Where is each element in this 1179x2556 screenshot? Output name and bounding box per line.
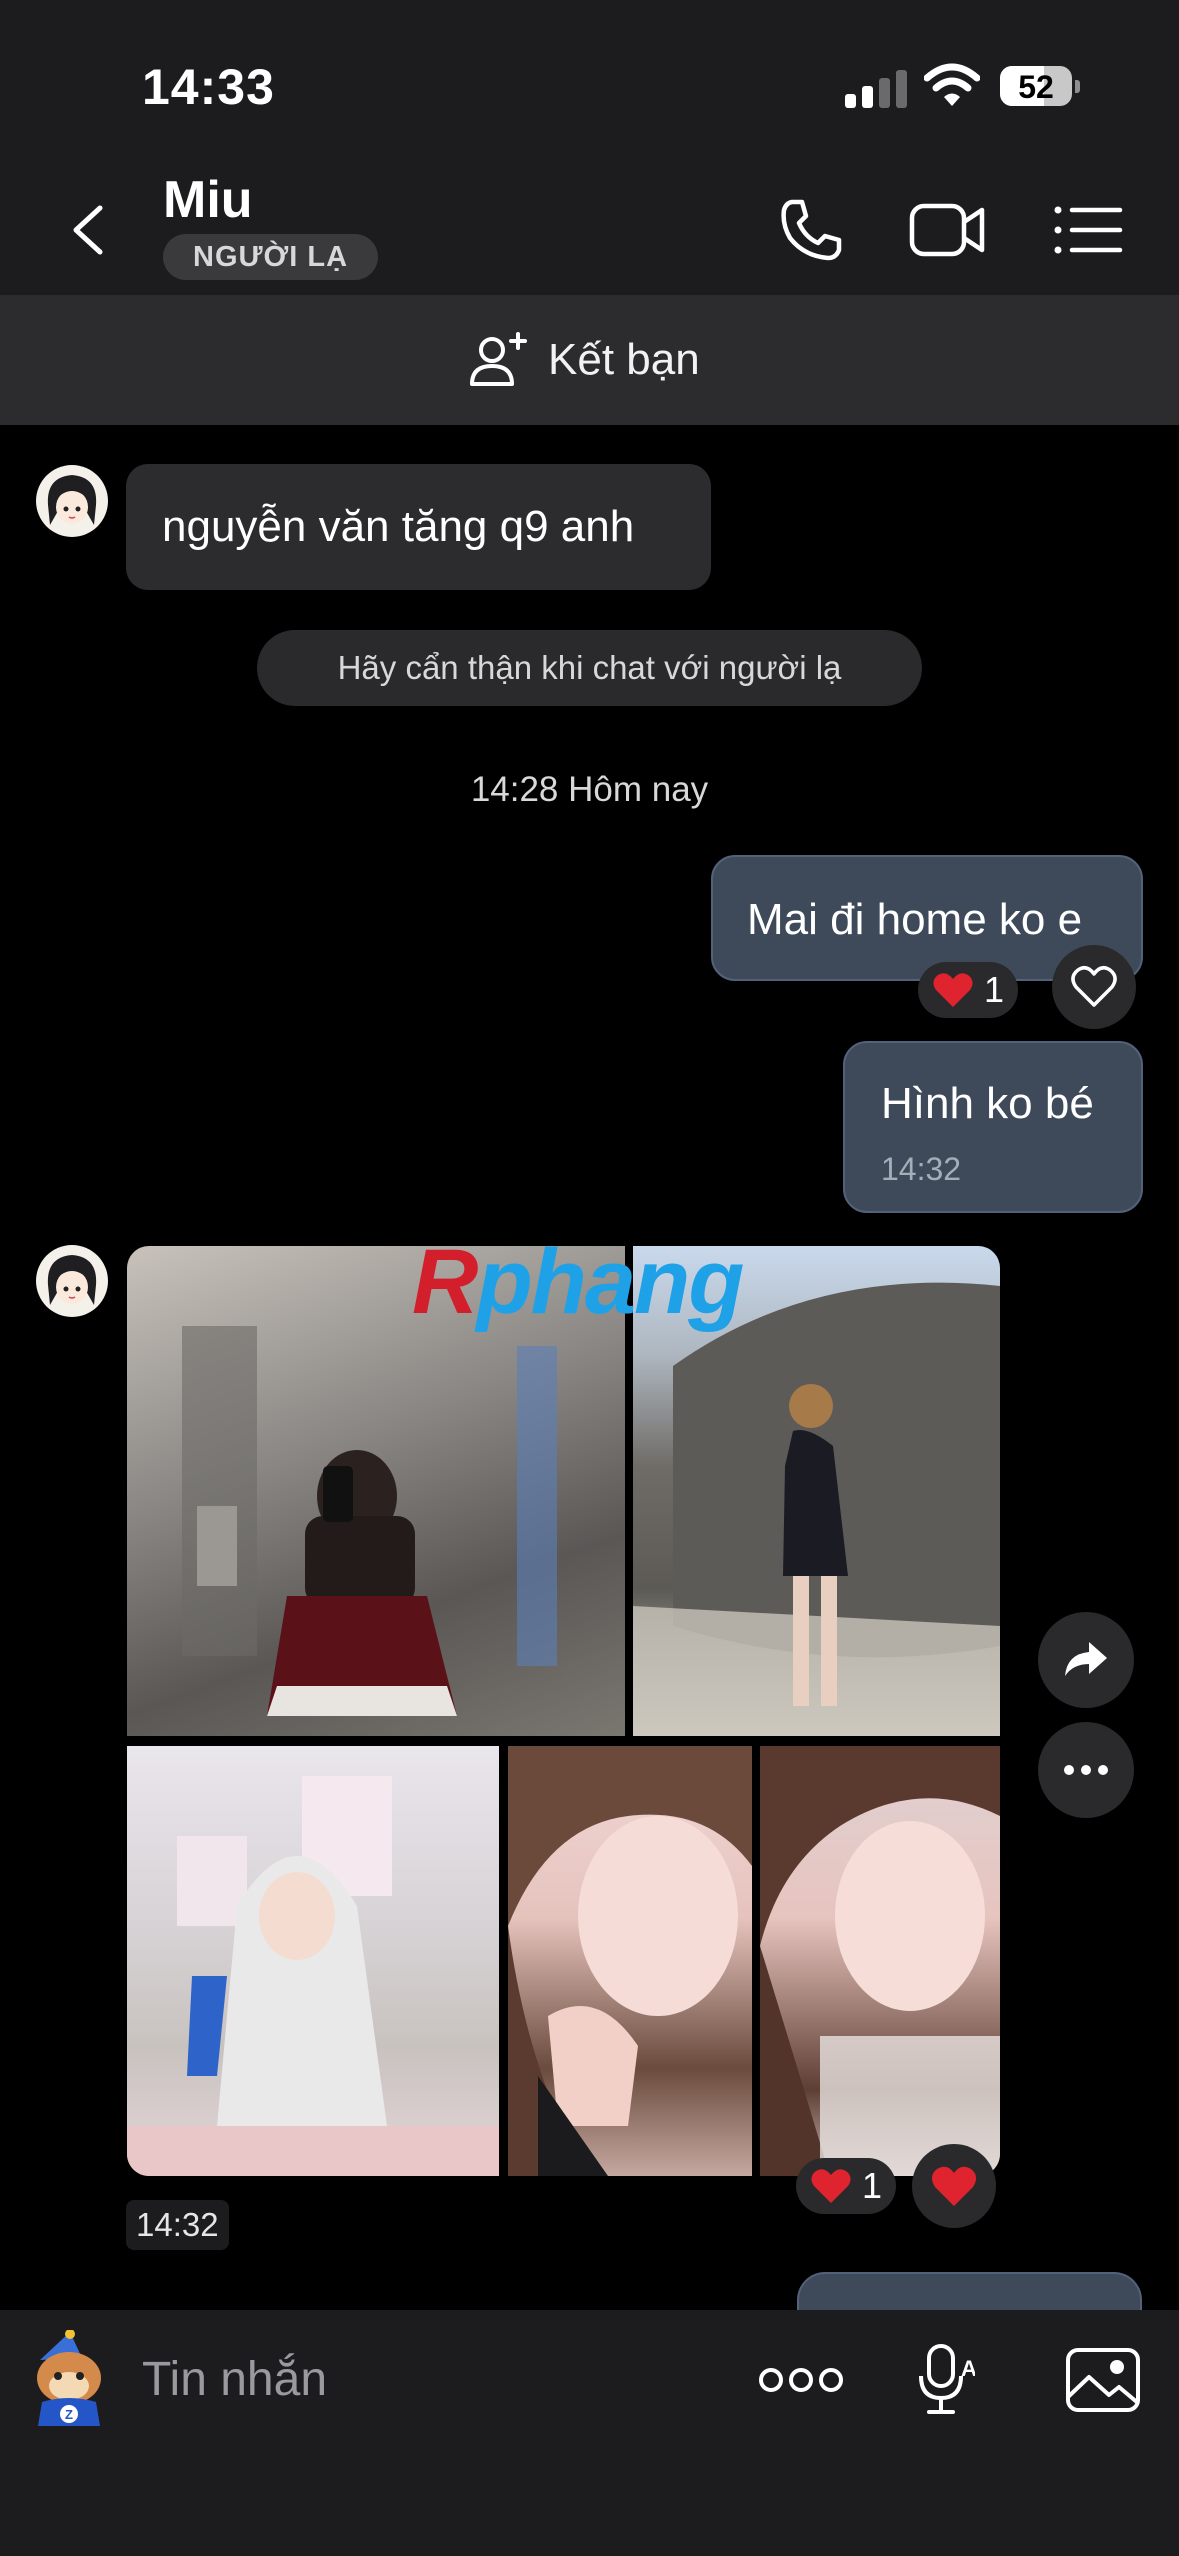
add-friend-button[interactable]: Kết bạn bbox=[468, 327, 700, 393]
photo-4[interactable] bbox=[508, 1746, 752, 2176]
battery-icon: 52 bbox=[1000, 66, 1080, 106]
heart-outline-icon bbox=[1071, 966, 1117, 1007]
day-stamp: 14:28 Hôm nay bbox=[470, 770, 709, 809]
reaction-summary[interactable]: 1 bbox=[796, 2158, 897, 2214]
photo-3[interactable] bbox=[127, 1746, 499, 2176]
react-button[interactable] bbox=[1052, 945, 1136, 1029]
share-arrow-icon bbox=[1065, 1642, 1107, 1676]
message-time: 14:32 bbox=[881, 1151, 962, 1187]
more-options-button[interactable] bbox=[1038, 1722, 1134, 1818]
contact-avatar[interactable] bbox=[36, 1245, 108, 1317]
message-input-bar: Z Tin nhắn A bbox=[0, 2310, 1179, 2556]
status-time: 14:33 bbox=[142, 59, 275, 115]
menu-list-icon[interactable] bbox=[1048, 192, 1128, 268]
add-friend-label: Kết bạn bbox=[548, 335, 700, 384]
message-text: Mai đi home ko e bbox=[747, 895, 1083, 944]
svg-text:Z: Z bbox=[65, 2407, 73, 2422]
stranger-warning-note: Hãy cẩn thận khi chat với người lạ bbox=[257, 630, 922, 706]
share-button[interactable] bbox=[1038, 1612, 1134, 1708]
heart-icon bbox=[933, 973, 973, 1007]
sticker-icon[interactable]: Z bbox=[20, 2330, 118, 2428]
message-text: nguyễn văn tăng q9 anh bbox=[162, 502, 635, 551]
wifi-icon bbox=[924, 63, 980, 106]
svg-text:A: A bbox=[961, 2356, 975, 2381]
reaction-count: 1 bbox=[984, 969, 1005, 1010]
video-call-icon[interactable] bbox=[908, 192, 988, 268]
react-button[interactable] bbox=[912, 2144, 996, 2228]
contact-name[interactable]: Miu bbox=[163, 170, 253, 230]
reaction-summary[interactable]: 1 bbox=[918, 962, 1019, 1018]
status-bar: 14:33 52 bbox=[0, 0, 1179, 170]
photo-message-time: 14:32 bbox=[126, 2200, 229, 2250]
incoming-message[interactable]: nguyễn văn tăng q9 anh bbox=[126, 464, 711, 590]
stranger-badge: NGƯỜI LẠ bbox=[163, 234, 379, 280]
image-gallery-icon bbox=[1066, 2348, 1140, 2412]
more-button[interactable] bbox=[756, 2340, 846, 2420]
reaction-count: 1 bbox=[862, 2165, 883, 2206]
phone-icon[interactable] bbox=[770, 192, 850, 268]
watermark-logo: Rphang bbox=[412, 1231, 744, 1333]
outgoing-message-partial[interactable] bbox=[797, 2272, 1142, 2312]
cellular-signal-icon bbox=[845, 70, 907, 108]
add-user-icon bbox=[470, 332, 527, 386]
heart-icon bbox=[811, 2169, 851, 2203]
back-icon[interactable] bbox=[60, 200, 120, 260]
message-input[interactable]: Tin nhắn bbox=[142, 2352, 327, 2407]
outgoing-message[interactable]: Hình ko bé 14:32 bbox=[843, 1041, 1143, 1213]
chat-header: Miu NGƯỜI LẠ bbox=[0, 170, 1179, 295]
more-dots-icon bbox=[759, 2368, 843, 2392]
more-dots-icon bbox=[1064, 1765, 1108, 1775]
message-text: Hình ko bé bbox=[881, 1079, 1094, 1128]
battery-level: 52 bbox=[1018, 69, 1054, 105]
heart-icon bbox=[931, 2166, 977, 2206]
photo-5[interactable] bbox=[760, 1746, 1000, 2176]
contact-avatar[interactable] bbox=[36, 465, 108, 537]
image-gallery-button[interactable] bbox=[1058, 2340, 1148, 2420]
voice-to-text-icon: A bbox=[919, 2344, 975, 2414]
add-friend-bar[interactable]: Kết bạn bbox=[0, 295, 1179, 425]
voice-to-text-button[interactable]: A bbox=[900, 2340, 990, 2420]
